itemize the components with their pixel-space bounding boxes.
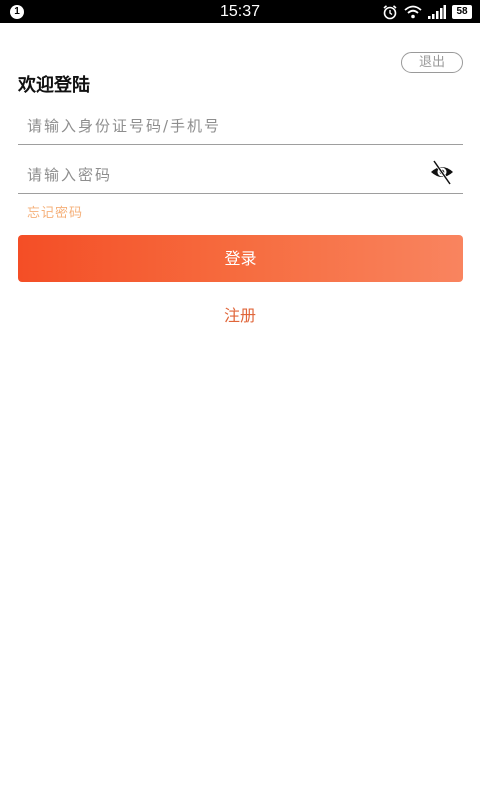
password-field xyxy=(18,154,463,194)
alarm-icon xyxy=(383,5,397,20)
id-input[interactable] xyxy=(27,113,427,139)
register-link[interactable]: 注册 xyxy=(0,305,480,327)
wifi-icon xyxy=(404,5,422,19)
eye-off-icon[interactable] xyxy=(429,159,455,185)
status-icons: 58 xyxy=(382,3,472,21)
exit-button[interactable]: 退出 xyxy=(401,52,463,73)
login-button[interactable]: 登录 xyxy=(18,235,463,282)
id-field xyxy=(18,105,463,145)
forgot-password-link[interactable]: 忘记密码 xyxy=(27,205,83,223)
status-bar: 1 15:37 58 xyxy=(0,0,480,23)
password-input[interactable] xyxy=(27,162,427,188)
battery-icon: 58 xyxy=(452,5,472,19)
page-title: 欢迎登陆 xyxy=(18,75,90,96)
signal-icon xyxy=(428,5,446,19)
